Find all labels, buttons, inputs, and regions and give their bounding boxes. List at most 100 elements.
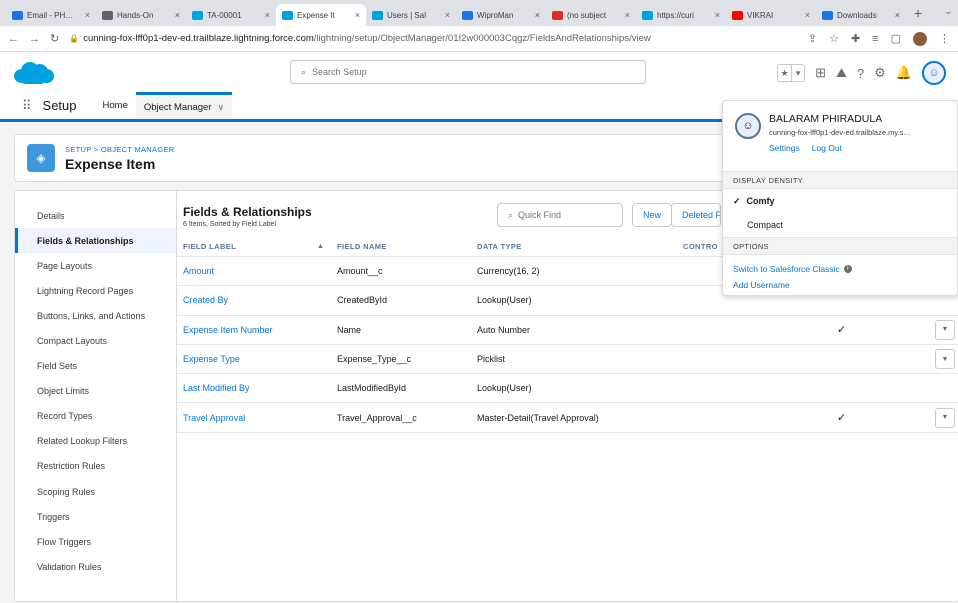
- tab-search-icon[interactable]: ⌄: [944, 6, 952, 17]
- browser-tab[interactable]: Hands-On ×: [96, 4, 186, 26]
- extensions-icon[interactable]: ✚: [851, 32, 860, 45]
- browser-tab[interactable]: TA-00001 ×: [186, 4, 276, 26]
- browser-tab[interactable]: Email - PH… ×: [6, 4, 96, 26]
- back-icon[interactable]: ←: [8, 33, 19, 45]
- global-actions-icon[interactable]: ⊞: [815, 65, 826, 81]
- sidebar-item[interactable]: Object Limits: [15, 379, 176, 404]
- field-label-link[interactable]: Created By: [183, 295, 228, 305]
- options-heading: OPTIONS: [723, 237, 957, 255]
- tab-home[interactable]: Home: [95, 92, 136, 119]
- logout-link[interactable]: Log Out: [812, 143, 842, 153]
- browser-menu-icon[interactable]: ⋮: [939, 32, 950, 45]
- sort-ascending-icon[interactable]: ▲: [317, 243, 324, 250]
- column-data-type[interactable]: DATA TYPE: [477, 242, 522, 251]
- share-icon[interactable]: ⇪: [808, 32, 817, 45]
- user-profile-button[interactable]: ☺: [922, 61, 946, 85]
- sidebar-item[interactable]: Scoping Rules: [15, 479, 176, 504]
- browser-tab[interactable]: Users | Sal ×: [366, 4, 456, 26]
- browser-tab[interactable]: https://curi ×: [636, 4, 726, 26]
- close-tab-icon[interactable]: ×: [355, 10, 360, 20]
- indexed-checkmark-icon: ✓: [837, 412, 847, 425]
- forward-icon[interactable]: →: [29, 33, 40, 45]
- trailhead-icon[interactable]: ⛰: [836, 65, 847, 81]
- sidebar-item[interactable]: Record Types: [15, 404, 176, 429]
- help-icon[interactable]: ?: [857, 66, 864, 81]
- close-tab-icon[interactable]: ×: [535, 10, 540, 20]
- breadcrumb[interactable]: SETUP > OBJECT MANAGER: [65, 145, 174, 154]
- browser-tab[interactable]: WiproMan ×: [456, 4, 546, 26]
- close-tab-icon[interactable]: ×: [805, 10, 810, 20]
- sidebar-item[interactable]: Page Layouts: [15, 253, 176, 278]
- tab-favicon-icon: [372, 10, 383, 20]
- user-avatar-icon: ☺: [928, 67, 940, 79]
- density-option-comfy[interactable]: ✓ Comfy: [723, 189, 957, 213]
- tab-object-manager-label: Object Manager: [143, 101, 212, 113]
- sidebar-item[interactable]: Compact Layouts: [15, 328, 176, 353]
- column-controlling-field[interactable]: CONTRO: [683, 242, 718, 251]
- row-actions-dropdown-button[interactable]: ▼: [935, 319, 955, 340]
- address-bar[interactable]: 🔒 cunning-fox-lff0p1-dev-ed.trailblaze.l…: [69, 33, 798, 44]
- setup-gear-icon[interactable]: ⚙: [874, 65, 886, 81]
- app-launcher-icon[interactable]: ⠿: [22, 98, 31, 114]
- browser-tab[interactable]: Expense It ×: [276, 4, 366, 26]
- notifications-bell-icon[interactable]: 🔔: [896, 65, 912, 81]
- sidebar-item[interactable]: Related Lookup Filters: [15, 429, 176, 454]
- column-field-name[interactable]: FIELD NAME: [337, 242, 387, 251]
- field-label-link[interactable]: Travel Approval: [183, 413, 245, 423]
- sidebar-item[interactable]: Buttons, Links, and Actions: [15, 303, 176, 328]
- close-tab-icon[interactable]: ×: [445, 10, 450, 20]
- column-field-label[interactable]: FIELD LABEL: [183, 242, 236, 251]
- favorites-dropdown-icon[interactable]: ▾: [791, 65, 804, 81]
- tab-favicon-icon: [462, 10, 473, 20]
- row-actions-dropdown-button[interactable]: ▼: [935, 407, 955, 428]
- switch-to-classic-label: Switch to Salesforce Classic: [733, 264, 840, 274]
- close-tab-icon[interactable]: ×: [895, 10, 900, 20]
- add-username-link[interactable]: Add Username: [723, 277, 957, 293]
- global-search-input[interactable]: ⌕ Search Setup: [290, 60, 646, 84]
- tab-favicon-icon: [642, 10, 653, 20]
- browser-tab[interactable]: (no subject ×: [546, 4, 636, 26]
- settings-link[interactable]: Settings: [769, 143, 800, 153]
- sidebar-item[interactable]: Field Sets: [15, 354, 176, 379]
- tab-favicon-icon: [732, 10, 743, 20]
- deleted-fields-button[interactable]: Deleted Fi: [671, 203, 721, 227]
- field-label-link[interactable]: Amount: [183, 266, 214, 276]
- info-icon[interactable]: i: [843, 265, 852, 273]
- close-tab-icon[interactable]: ×: [85, 10, 90, 20]
- row-actions-dropdown-button[interactable]: ▼: [935, 349, 955, 370]
- reload-icon[interactable]: ↻: [50, 32, 59, 45]
- close-tab-icon[interactable]: ×: [625, 10, 630, 20]
- favorites-button[interactable]: ★ ▾: [777, 64, 806, 82]
- close-tab-icon[interactable]: ×: [175, 10, 180, 20]
- sidebar-item[interactable]: Lightning Record Pages: [15, 278, 176, 303]
- field-label-link[interactable]: Last Modified By: [183, 383, 250, 393]
- sidebar-item[interactable]: Restriction Rules: [15, 454, 176, 479]
- lock-icon: 🔒: [69, 34, 80, 43]
- browser-tab[interactable]: VIKRAI ×: [726, 4, 816, 26]
- side-panel-icon[interactable]: ▢: [891, 32, 901, 45]
- sidebar-item[interactable]: Validation Rules: [15, 554, 176, 579]
- chevron-down-icon[interactable]: ∨: [217, 102, 224, 113]
- density-option-label: Compact: [747, 220, 784, 230]
- quick-find-input[interactable]: ⌕ Quick Find: [497, 203, 623, 227]
- density-option-compact[interactable]: Compact: [723, 213, 957, 237]
- sidebar-item[interactable]: Flow Triggers: [15, 529, 176, 554]
- reading-list-icon[interactable]: ≡: [872, 33, 878, 45]
- switch-to-classic-link[interactable]: Switch to Salesforce Classic i: [723, 261, 957, 277]
- salesforce-logo[interactable]: [12, 59, 56, 85]
- new-tab-icon[interactable]: +: [906, 5, 930, 21]
- sidebar-item[interactable]: Details: [15, 203, 176, 228]
- tab-object-manager[interactable]: Object Manager ∨: [135, 92, 233, 119]
- new-field-button[interactable]: New: [632, 203, 673, 227]
- close-tab-icon[interactable]: ×: [265, 10, 270, 20]
- sidebar-item[interactable]: Fields & Relationships: [15, 228, 176, 254]
- close-tab-icon[interactable]: ×: [715, 10, 720, 20]
- field-label-link[interactable]: Expense Type: [183, 354, 240, 364]
- browser-tab[interactable]: Downloads ×: [816, 4, 906, 26]
- browser-profile-avatar[interactable]: [913, 31, 927, 46]
- field-label-link[interactable]: Expense Item Number: [183, 325, 273, 335]
- bookmark-star-icon[interactable]: ☆: [829, 32, 839, 45]
- tab-favicon-icon: [282, 10, 293, 20]
- tab-favicon-icon: [12, 10, 23, 20]
- sidebar-item[interactable]: Triggers: [15, 504, 176, 529]
